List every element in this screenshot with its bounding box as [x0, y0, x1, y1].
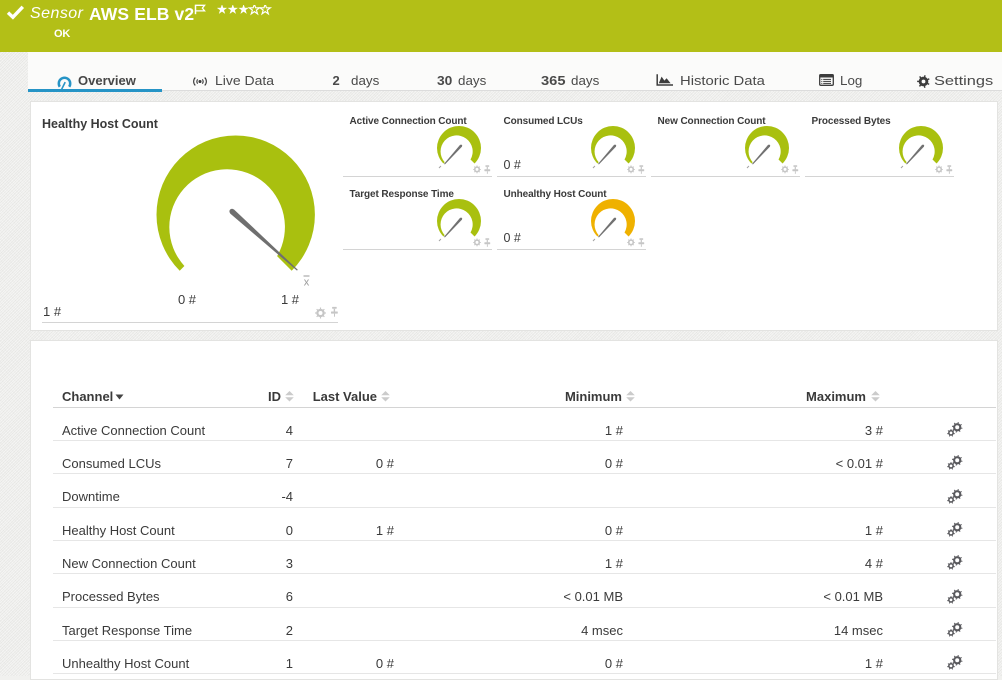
svg-text:x: x — [304, 277, 310, 289]
